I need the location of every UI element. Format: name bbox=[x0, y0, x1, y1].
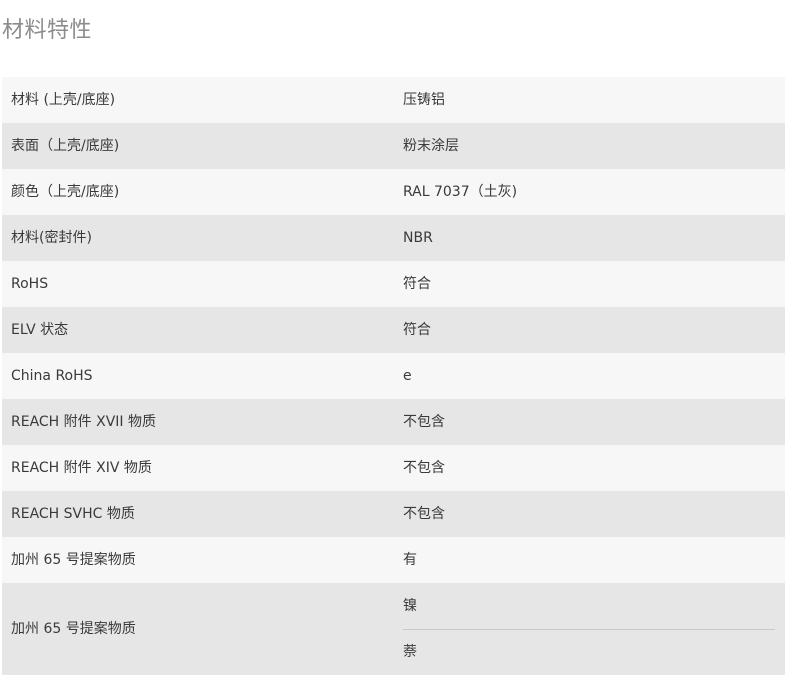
property-value: 符合 bbox=[403, 276, 431, 292]
table-row: 材料(密封件) NBR bbox=[2, 215, 785, 261]
property-label: REACH 附件 XIV 物质 bbox=[11, 460, 152, 476]
table-row: REACH SVHC 物质 不包含 bbox=[2, 491, 785, 537]
property-value: NBR bbox=[403, 230, 433, 246]
property-value: 不包含 bbox=[403, 506, 445, 522]
table-row: 颜色（上壳/底座) RAL 7037（土灰) bbox=[2, 169, 785, 215]
property-label: 表面（上壳/底座) bbox=[11, 138, 120, 154]
property-label: 加州 65 号提案物质 bbox=[11, 621, 136, 637]
property-value: 不包含 bbox=[403, 460, 445, 476]
property-label: 材料 (上壳/底座) bbox=[11, 92, 116, 108]
property-label: ELV 状态 bbox=[11, 322, 69, 338]
table-row: 加州 65 号提案物质 镍 萘 bbox=[2, 583, 785, 675]
property-value: 符合 bbox=[403, 322, 431, 338]
section-title: 材料特性 bbox=[2, 18, 93, 43]
property-sub-value: 镍 bbox=[403, 597, 417, 614]
property-sub-value: 萘 bbox=[403, 628, 775, 675]
property-value: e bbox=[403, 368, 412, 384]
table-row: REACH 附件 XVII 物质 不包含 bbox=[2, 399, 785, 445]
table-row: 加州 65 号提案物质 有 bbox=[2, 537, 785, 583]
property-label: 材料(密封件) bbox=[11, 230, 92, 246]
property-label: RoHS bbox=[11, 276, 49, 292]
table-row: REACH 附件 XIV 物质 不包含 bbox=[2, 445, 785, 491]
property-value: 粉末涂层 bbox=[403, 138, 459, 154]
property-value-list: 镍 萘 bbox=[394, 583, 785, 675]
table-row: China RoHS e bbox=[2, 353, 785, 399]
property-value: 不包含 bbox=[403, 414, 445, 430]
table-row: RoHS 符合 bbox=[2, 261, 785, 307]
property-label: REACH SVHC 物质 bbox=[11, 506, 135, 522]
property-label: China RoHS bbox=[11, 368, 93, 384]
property-label: 加州 65 号提案物质 bbox=[11, 552, 136, 568]
property-value: 压铸铝 bbox=[403, 92, 445, 108]
property-value: RAL 7037（土灰) bbox=[403, 184, 518, 200]
table-row: 表面（上壳/底座) 粉末涂层 bbox=[2, 123, 785, 169]
material-properties-table: 材料 (上壳/底座) 压铸铝 表面（上壳/底座) 粉末涂层 颜色（上壳/底座) … bbox=[2, 77, 785, 675]
property-label: REACH 附件 XVII 物质 bbox=[11, 414, 156, 430]
table-row: ELV 状态 符合 bbox=[2, 307, 785, 353]
property-label: 颜色（上壳/底座) bbox=[11, 184, 120, 200]
table-row: 材料 (上壳/底座) 压铸铝 bbox=[2, 77, 785, 123]
property-value: 有 bbox=[403, 552, 417, 568]
